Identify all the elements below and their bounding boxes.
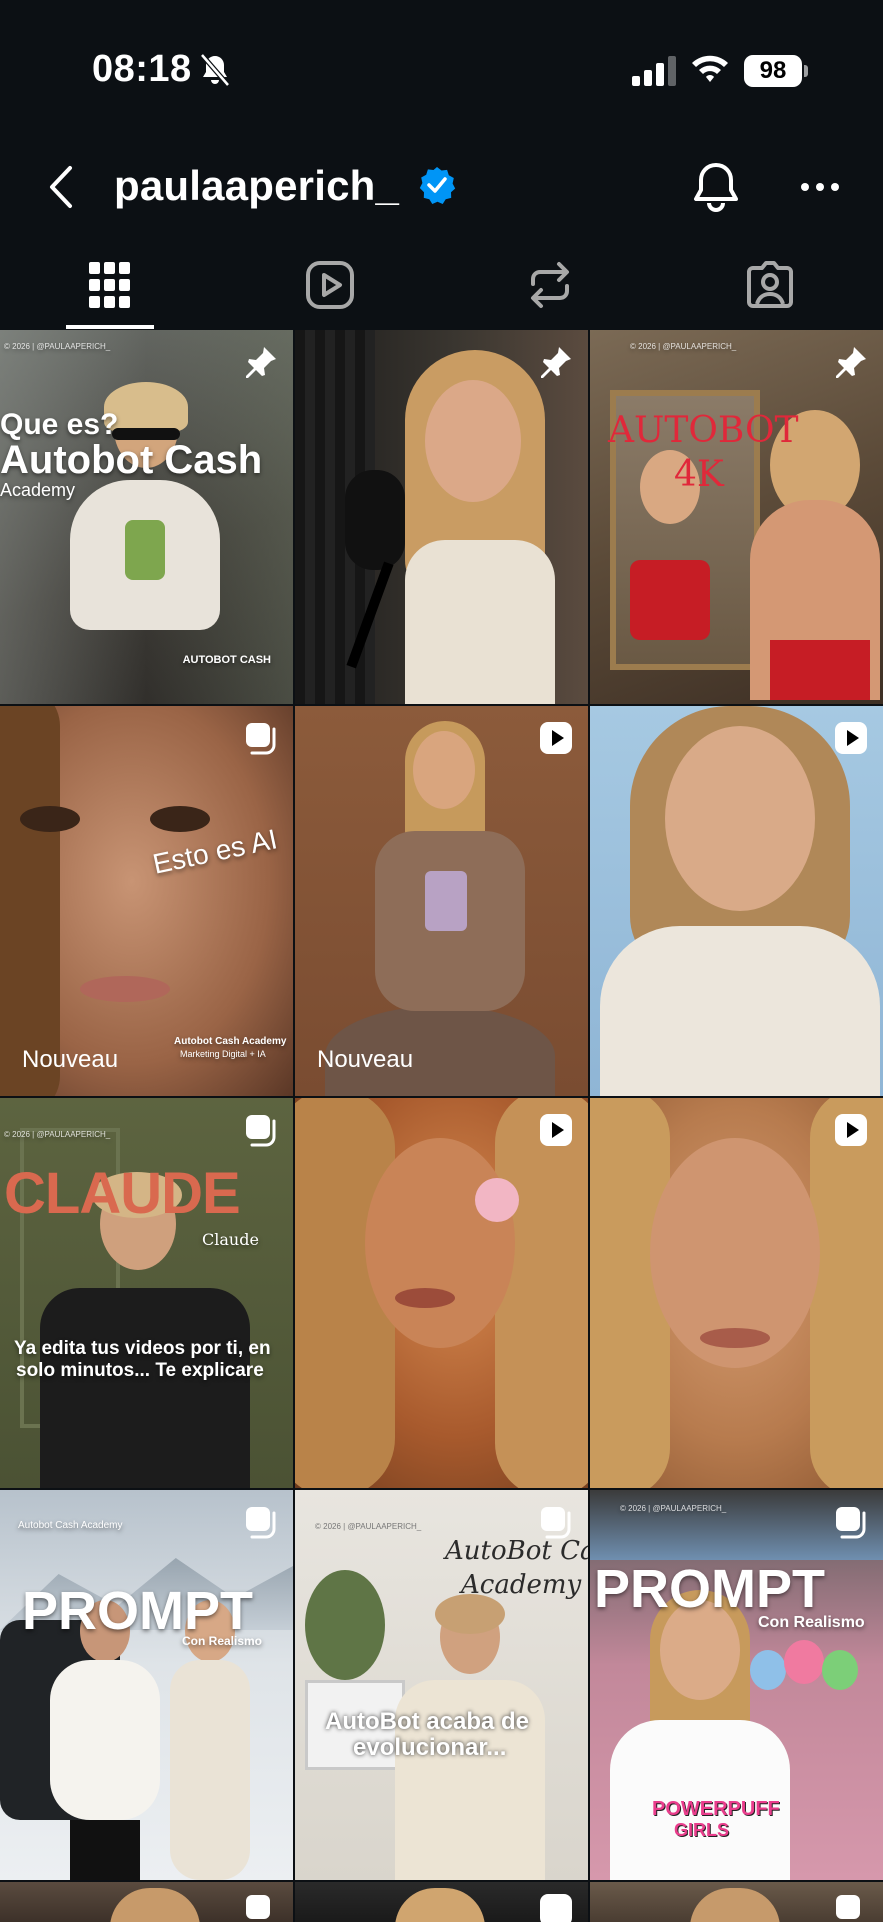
reel-icon [540,1114,572,1146]
reel-icon [835,1114,867,1146]
reel-icon [835,722,867,754]
repost-icon [531,262,569,308]
post-overlay-caption: AutoBot acaba de [325,1708,530,1735]
post-overlay-title: CLAUDE [4,1161,241,1226]
profile-header: paulaaperich_ [0,140,883,232]
post-watermark: © 2026 | @PAULAAPERICH_ [630,342,737,351]
post-watermark: © 2026 | @PAULAAPERICH_ [4,1130,111,1139]
pin-icon [541,347,571,378]
post-overlay-title: PROMPT [22,1581,254,1641]
post-overlay-subtitle: Con Realismo [758,1614,865,1631]
post-overlay-caption: solo minutos... Te explicare [16,1360,264,1381]
post-overlay-subtitle: Claude [202,1230,259,1249]
post-caption: Autobot Cash Academy [174,1036,287,1047]
post-overlay-subtitle: Con Realismo [182,1634,263,1648]
notification-bell-icon[interactable] [690,160,742,214]
tab-reposts[interactable] [440,240,660,330]
cellular-signal-icon [632,56,676,86]
carousel-icon [836,1507,866,1539]
post-tile[interactable]: Esto es AI Autobot Cash Academy Marketin… [0,706,293,1096]
post-logo-text: AUTOBOT CASH [182,654,271,666]
more-options-icon[interactable] [800,180,840,194]
post-overlay-title: Que es? [0,408,119,441]
carousel-icon [246,1115,276,1147]
post-overlay-title: PROMPT [594,1559,826,1619]
verified-badge-icon [419,167,456,204]
post-shirt-text: POWERPUFF [652,1798,780,1820]
post-overlay-caption: evolucionar... [353,1734,507,1761]
post-caption: Marketing Digital + IA [180,1049,266,1059]
posts-grid: Que es? Autobot Cash Academy © 2026 | @P… [0,330,883,1922]
new-label: Nouveau [317,1046,414,1073]
profile-username: paulaaperich_ [114,162,400,209]
carousel-icon [541,1507,571,1539]
grid-icon [89,262,130,308]
post-tile[interactable] [295,1098,588,1488]
post-tile[interactable] [590,706,883,1096]
active-tab-indicator [66,325,154,329]
post-tile[interactable] [295,330,588,704]
battery-indicator: 98 [744,55,802,87]
tab-tagged[interactable] [660,240,880,330]
post-watermark: © 2026 | @PAULAAPERICH_ [315,1522,422,1531]
post-tile[interactable] [295,1882,588,1922]
post-tile[interactable]: Nouveau [295,706,588,1096]
post-caption: Autobot Cash Academy [18,1520,123,1531]
post-overlay-title: Esto es AI [150,823,280,880]
post-watermark: © 2026 | @PAULAAPERICH_ [620,1504,727,1513]
pin-icon [246,347,276,378]
tab-reels[interactable] [220,240,440,330]
post-tile[interactable]: CLAUDE Claude Ya edita tus videos por ti… [0,1098,293,1488]
post-overlay-title: Academy [461,1570,582,1600]
post-tile[interactable]: AutoBot Cash Academy AutoBot acaba de ev… [295,1490,588,1880]
pin-icon [836,347,866,378]
post-mirror-text: 4K [674,454,724,495]
carousel-icon [246,1895,270,1919]
bell-muted-icon [200,53,230,87]
tab-posts-grid[interactable] [0,240,220,330]
post-tile[interactable]: Que es? Autobot Cash Academy © 2026 | @P… [0,330,293,704]
post-watermark: © 2026 | @PAULAAPERICH_ [4,342,111,351]
post-tile[interactable] [590,1098,883,1488]
post-tile[interactable]: PROMPT Con Realismo Autobot Cash Academy [0,1490,293,1880]
post-mirror-text: AUTOBOT [608,410,799,451]
profile-tabs [0,240,883,330]
reel-icon [540,722,572,754]
wifi-icon [692,55,728,82]
battery-tip [804,65,808,77]
post-tile[interactable] [590,1882,883,1922]
carousel-icon [836,1895,860,1919]
post-overlay-caption: Ya edita tus videos por ti, en [14,1338,271,1359]
post-tile[interactable]: AUTOBOT 4K © 2026 | @PAULAAPERICH_ [590,330,883,704]
carousel-icon [246,723,276,755]
post-tile[interactable] [0,1882,293,1922]
post-overlay-title: Autobot Cash [0,438,263,482]
status-time: 08:18 [92,48,192,90]
back-arrow-icon[interactable] [40,162,80,212]
reels-icon [306,261,354,309]
reel-icon [540,1894,572,1922]
tagged-person-icon [747,261,793,308]
carousel-icon [246,1507,276,1539]
status-bar: 08:18 98 [0,0,883,140]
post-shirt-text: GIRLS [674,1820,730,1840]
new-label: Nouveau [22,1046,119,1073]
post-tile[interactable]: PROMPT Con Realismo POWERPUFF GIRLS © 20… [590,1490,883,1880]
post-overlay-subtitle: Academy [0,480,76,500]
post-overlay-title: AutoBot Cash [445,1536,588,1566]
